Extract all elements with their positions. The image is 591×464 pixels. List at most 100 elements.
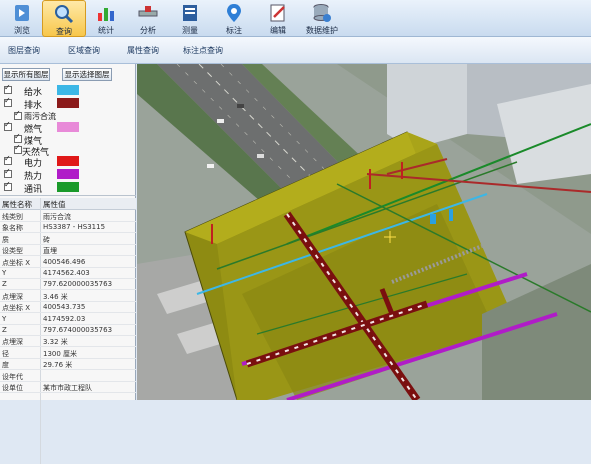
layer-panel: 显示所有图层 显示选择图层 给水 排水 雨污合流 燃气 煤气 天然气 电力 热力 bbox=[0, 64, 136, 464]
marker-button[interactable]: 标注 bbox=[212, 0, 256, 37]
property-name: Y bbox=[2, 269, 7, 277]
property-value: 4174592.03 bbox=[43, 314, 86, 323]
measure-button[interactable]: 测量 bbox=[168, 0, 212, 37]
data-maintenance-label: 数据维护 bbox=[306, 26, 338, 35]
layer-row-telecom[interactable]: 通讯 bbox=[0, 180, 136, 195]
property-name: 设年代 bbox=[2, 372, 23, 381]
query-label: 查询 bbox=[56, 27, 72, 36]
database-icon bbox=[313, 4, 331, 22]
marker-label: 标注 bbox=[226, 26, 242, 35]
edit-button[interactable]: 编辑 bbox=[256, 0, 300, 37]
show-all-layers-button[interactable]: 显示所有图层 bbox=[2, 68, 50, 81]
property-name: Z bbox=[2, 280, 7, 289]
statistics-icon bbox=[98, 8, 114, 21]
show-selected-layers-button[interactable]: 显示选择图层 bbox=[62, 68, 112, 81]
property-value: 400543.735 bbox=[43, 303, 86, 312]
analysis-label: 分析 bbox=[140, 26, 156, 35]
property-name: 点坐标 X bbox=[2, 258, 31, 267]
property-name: 线类别 bbox=[2, 213, 23, 221]
property-row[interactable]: 线类别 雨污合流 bbox=[0, 211, 136, 222]
property-row[interactable]: Z 797.674000035763 bbox=[0, 325, 136, 336]
browse-label: 浏览 bbox=[14, 26, 30, 35]
tab-layer-query[interactable]: 图层查询 bbox=[8, 45, 40, 56]
analysis-button[interactable]: 分析 bbox=[126, 0, 170, 37]
property-name-header: 属性名称 bbox=[2, 200, 32, 209]
browse-icon bbox=[15, 5, 29, 21]
layer-color-swatch bbox=[57, 122, 79, 132]
property-name: 点坐标 X bbox=[2, 304, 31, 313]
property-value: 3.32 米 bbox=[43, 338, 68, 347]
layer-row-electric[interactable]: 电力 bbox=[0, 154, 136, 169]
property-name: Y bbox=[2, 314, 7, 323]
property-name: 质 bbox=[2, 235, 9, 244]
property-name: 象名称 bbox=[2, 224, 23, 233]
property-row[interactable]: 度 29.76 米 bbox=[0, 359, 136, 371]
layer-color-swatch bbox=[57, 169, 79, 179]
layer-row-water-supply[interactable]: 给水 bbox=[0, 83, 136, 98]
property-value: 3.46 米 bbox=[43, 292, 68, 301]
layer-checkbox[interactable] bbox=[14, 143, 22, 154]
property-row[interactable]: 点坐标 X 400543.735 bbox=[0, 302, 136, 314]
property-value: HS3387 - HS3115 bbox=[43, 223, 106, 232]
3d-map-viewport[interactable] bbox=[137, 64, 591, 400]
layer-checkbox[interactable] bbox=[4, 83, 12, 94]
property-row[interactable]: Z 797.620000035763 bbox=[0, 279, 136, 291]
property-name: 设类型 bbox=[2, 247, 23, 256]
query-icon bbox=[55, 5, 74, 24]
edit-label: 编辑 bbox=[270, 26, 286, 35]
property-value: 1300 厘米 bbox=[43, 349, 78, 358]
layer-checkbox[interactable] bbox=[4, 154, 12, 165]
layer-color-swatch bbox=[57, 98, 79, 108]
property-value: 4174562.403 bbox=[43, 269, 90, 277]
main-toolbar: 浏览 查询 统计 分析 测量 标注 编辑 数据维护 bbox=[0, 0, 591, 37]
panel-divider bbox=[0, 195, 136, 196]
edit-icon bbox=[270, 4, 285, 22]
tab-attribute-query[interactable]: 属性查询 bbox=[127, 45, 159, 56]
property-row[interactable]: Y 4174562.403 bbox=[0, 268, 136, 279]
property-value: 直埋 bbox=[43, 247, 57, 256]
layer-checkbox[interactable] bbox=[4, 96, 12, 107]
property-name: 径 bbox=[2, 349, 9, 358]
property-row[interactable]: 径 1300 厘米 bbox=[0, 348, 136, 359]
property-table-header: 属性名称 属性值 bbox=[0, 198, 136, 210]
tab-marker-query[interactable]: 标注点查询 bbox=[183, 45, 223, 56]
measure-icon bbox=[183, 5, 197, 21]
property-row[interactable]: 点埋深 3.46 米 bbox=[0, 291, 136, 302]
layer-color-swatch bbox=[57, 156, 79, 166]
data-maintenance-button[interactable]: 数据维护 bbox=[300, 0, 344, 37]
property-row[interactable]: 质砖 bbox=[0, 234, 136, 245]
property-row[interactable]: 设年代 bbox=[0, 371, 136, 382]
layer-checkbox[interactable] bbox=[14, 109, 22, 120]
property-value: 雨污合流 bbox=[43, 213, 71, 221]
property-row[interactable]: 设单位 某市市政工程队 bbox=[0, 382, 136, 393]
property-row[interactable]: 点坐标 X 400546.496 bbox=[0, 257, 136, 268]
layer-checkbox[interactable] bbox=[14, 132, 22, 143]
query-subtabs: 图层查询 区域查询 属性查询 标注点查询 bbox=[0, 37, 591, 64]
property-row[interactable]: 象名称 HS3387 - HS3115 bbox=[0, 222, 136, 234]
layer-label: 通讯 bbox=[24, 185, 43, 195]
statistics-label: 统计 bbox=[98, 26, 114, 35]
layer-checkbox[interactable] bbox=[4, 167, 12, 178]
layer-checkbox[interactable] bbox=[4, 120, 12, 131]
query-button[interactable]: 查询 bbox=[42, 0, 86, 37]
statistics-button[interactable]: 统计 bbox=[84, 0, 128, 37]
tab-area-query[interactable]: 区域查询 bbox=[68, 45, 100, 56]
property-row[interactable]: 设类型 直埋 bbox=[0, 245, 136, 257]
property-row[interactable]: 点埋深 3.32 米 bbox=[0, 336, 136, 348]
browse-button[interactable]: 浏览 bbox=[0, 0, 44, 37]
property-name: 点埋深 bbox=[2, 292, 23, 301]
property-name: 度 bbox=[2, 361, 9, 370]
property-value: 400546.496 bbox=[43, 257, 86, 266]
property-value: 某市市政工程队 bbox=[43, 384, 92, 392]
layer-color-swatch bbox=[57, 182, 79, 192]
layer-row-heating[interactable]: 热力 bbox=[0, 167, 136, 182]
property-row[interactable]: Y 4174592.03 bbox=[0, 314, 136, 325]
analysis-icon bbox=[138, 6, 158, 17]
layer-checkbox[interactable] bbox=[4, 180, 12, 191]
property-name: 点埋深 bbox=[2, 338, 23, 347]
property-name: Z bbox=[2, 326, 7, 334]
3d-scene[interactable] bbox=[137, 64, 591, 400]
property-value: 797.620000035763 bbox=[43, 280, 113, 289]
property-value-header: 属性值 bbox=[43, 200, 66, 209]
property-value: 砖 bbox=[43, 235, 50, 244]
